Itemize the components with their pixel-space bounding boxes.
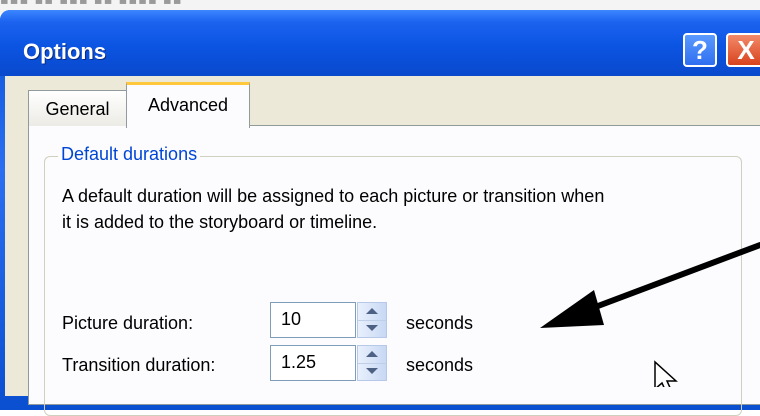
annotation-overlay	[540, 242, 760, 387]
mouse-cursor-icon	[654, 360, 678, 387]
annotation-arrow-icon	[540, 242, 760, 328]
